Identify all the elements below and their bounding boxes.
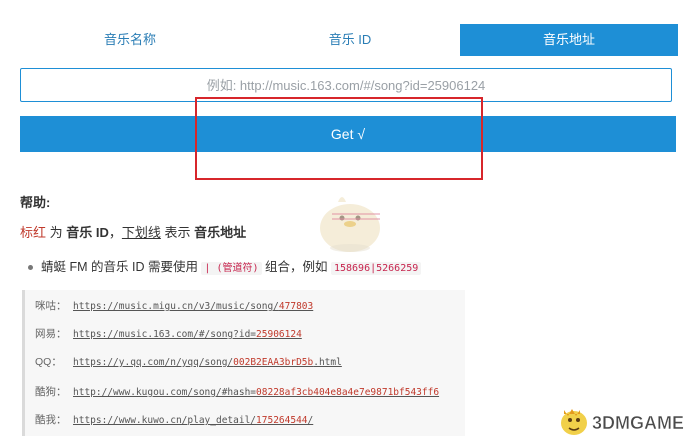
help-bullet-item: 蜻蜓 FM 的音乐 ID 需要使用 | (管道符) 组合，例如 158696|5… (28, 256, 422, 275)
example-row-kugou: 酷狗： http://www.kugou.com/song/#hash=08228… (35, 384, 439, 399)
example-label: 酷我： (35, 414, 67, 426)
help-legend: 标红 为 音乐 ID，下划线 表示 音乐地址 (20, 222, 246, 241)
link-id: 25906124 (256, 329, 302, 340)
example-link[interactable]: https://y.qq.com/n/yqq/song/002B2EAA3brD… (73, 357, 342, 368)
legend-url-word: 音乐地址 (194, 225, 247, 240)
example-link[interactable]: https://music.migu.cn/v3/music/song/4778… (73, 301, 313, 312)
legend-text: 表示 (160, 225, 195, 240)
link-prefix: https://www.kuwo.cn/play_detail/ (73, 415, 257, 426)
link-prefix: https://y.qq.com/n/yqq/song/ (73, 357, 234, 368)
example-link[interactable]: http://www.kugou.com/song/#hash=08228af3… (73, 387, 439, 398)
example-code: 158696|5266259 (330, 262, 422, 275)
watermark-text: 3DMGAME (592, 413, 684, 433)
tab-music-id[interactable]: 音乐 ID (240, 24, 460, 56)
legend-text: 为 (46, 225, 67, 240)
example-link[interactable]: https://music.163.com/#/song?id=25906124 (73, 329, 302, 340)
legend-text: ， (108, 225, 122, 240)
example-row-kuwo: 酷我： https://www.kuwo.cn/play_detail/17526… (35, 412, 313, 427)
legend-red-word: 标红 (20, 225, 47, 240)
example-link[interactable]: https://www.kuwo.cn/play_detail/17526454… (73, 415, 313, 426)
legend-id-word: 音乐 ID (66, 225, 109, 240)
link-prefix: https://music.migu.cn/v3/music/song/ (73, 301, 279, 312)
link-id: 175264544 (256, 415, 308, 426)
example-label: 咪咕： (35, 300, 67, 312)
bullet-text: 组合，例如 (261, 260, 331, 274)
link-prefix: http://www.kugou.com/song/#hash= (73, 387, 257, 398)
help-title: 帮助: (20, 195, 51, 210)
example-row-netease: 网易： https://music.163.com/#/song?id=25906… (35, 326, 302, 341)
get-button[interactable]: Get √ (20, 116, 676, 152)
link-suffix: .html (313, 357, 342, 368)
bullet-dot-icon (28, 265, 33, 271)
link-suffix: / (307, 415, 314, 426)
link-id: 002B2EAA3brD5b (233, 357, 314, 368)
watermark-3dmgame-logo: 3DMGAME (561, 409, 684, 435)
example-urls-block: 咪咕： https://music.migu.cn/v3/music/song/4… (22, 290, 465, 436)
pipe-code: | (管道符) (201, 262, 262, 275)
bullet-text: 蜻蜓 FM 的音乐 ID 需要使用 (41, 260, 202, 274)
tab-bar: 音乐名称 音乐 ID 音乐地址 (20, 24, 678, 56)
example-row-qq: QQ： https://y.qq.com/n/yqq/song/002B2EAA3… (35, 354, 342, 369)
legend-underline-word: 下划线 (121, 225, 161, 240)
example-label: QQ： (35, 356, 62, 368)
tab-music-url[interactable]: 音乐地址 (460, 24, 678, 56)
link-prefix: https://music.163.com/#/song?id= (73, 329, 257, 340)
link-id: 08228af3cb404e8a4e7e9871bf543ff6 (256, 387, 440, 398)
example-label: 酷狗： (35, 386, 67, 398)
link-id: 477803 (278, 301, 314, 312)
url-input[interactable] (20, 68, 672, 102)
tab-music-name[interactable]: 音乐名称 (20, 24, 240, 56)
mascot-bird-icon (320, 197, 380, 252)
example-row-migu: 咪咕： https://music.migu.cn/v3/music/song/4… (35, 298, 313, 313)
example-label: 网易： (35, 328, 67, 340)
